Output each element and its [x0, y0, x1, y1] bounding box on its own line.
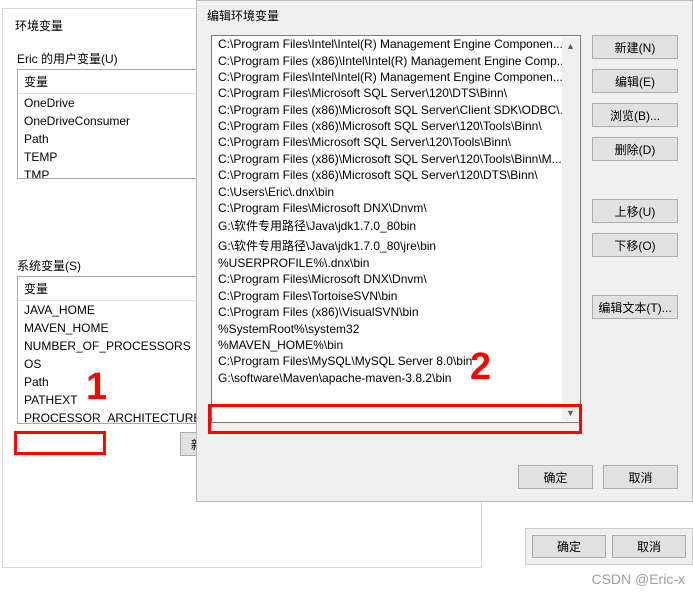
move-down-button[interactable]: 下移(O) [592, 233, 678, 257]
path-item[interactable]: C:\Program Files (x86)\Microsoft SQL Ser… [212, 118, 580, 134]
scroll-down-icon[interactable]: ▼ [562, 404, 579, 421]
new-button[interactable]: 新建(N) [592, 35, 678, 59]
path-item[interactable]: C:\Program Files\Microsoft DNX\Dnvm\ [212, 200, 580, 216]
path-item[interactable]: G:\软件专用路径\Java\jdk1.7.0_80bin [212, 216, 580, 235]
browse-button[interactable]: 浏览(B)... [592, 103, 678, 127]
path-item[interactable]: %SystemRoot%\system32 [212, 320, 580, 336]
edit-dialog-title: 编辑环境变量 [197, 1, 692, 34]
edit-text-button[interactable]: 编辑文本(T)... [592, 295, 678, 319]
path-item[interactable]: C:\Program Files\Microsoft SQL Server\12… [212, 85, 580, 101]
path-list[interactable]: C:\Program Files\Intel\Intel(R) Manageme… [211, 35, 581, 423]
partial-dialog: 确定 取消 [525, 528, 693, 565]
delete-button[interactable]: 删除(D) [592, 137, 678, 161]
path-item[interactable]: G:\软件专用路径\Java\jdk1.7.0_80\jre\bin [212, 236, 580, 255]
path-item[interactable]: G:\software\Maven\apache-maven-3.8.2\bin [212, 370, 580, 386]
path-item[interactable]: C:\Program Files\Intel\Intel(R) Manageme… [212, 69, 580, 85]
path-item[interactable]: C:\Program Files\TortoiseSVN\bin [212, 288, 580, 304]
path-item[interactable]: C:\Program Files (x86)\Microsoft SQL Ser… [212, 167, 580, 183]
path-item[interactable]: C:\Program Files\Microsoft SQL Server\12… [212, 134, 580, 150]
ok-button[interactable]: 确定 [518, 465, 593, 489]
ok-button[interactable]: 确定 [532, 535, 606, 558]
path-item[interactable]: C:\Program Files (x86)\Microsoft SQL Ser… [212, 151, 580, 167]
path-item[interactable]: %MAVEN_HOME%\bin [212, 337, 580, 353]
scrollbar[interactable]: ▲ ▼ [562, 37, 579, 421]
scroll-up-icon[interactable]: ▲ [562, 37, 579, 54]
path-item[interactable]: C:\Program Files\Microsoft DNX\Dnvm\ [212, 271, 580, 287]
watermark: CSDN @Eric-x [591, 571, 685, 587]
path-item[interactable]: C:\Program Files\MySQL\MySQL Server 8.0\… [212, 353, 580, 369]
edit-environment-variable-dialog: 编辑环境变量 C:\Program Files\Intel\Intel(R) M… [196, 0, 693, 502]
cancel-button[interactable]: 取消 [603, 465, 678, 489]
path-item[interactable]: C:\Users\Eric\.dnx\bin [212, 183, 580, 199]
path-item[interactable]: C:\Program Files (x86)\Microsoft SQL Ser… [212, 102, 580, 118]
move-up-button[interactable]: 上移(U) [592, 199, 678, 223]
path-item[interactable]: C:\Program Files\Intel\Intel(R) Manageme… [212, 36, 580, 52]
edit-dialog-buttons: 新建(N) 编辑(E) 浏览(B)... 删除(D) 上移(U) 下移(O) 编… [592, 35, 678, 319]
path-item[interactable]: C:\Program Files (x86)\VisualSVN\bin [212, 304, 580, 320]
cancel-button[interactable]: 取消 [612, 535, 686, 558]
path-item[interactable]: C:\Program Files (x86)\Intel\Intel(R) Ma… [212, 52, 580, 68]
path-item[interactable]: %USERPROFILE%\.dnx\bin [212, 255, 580, 271]
edit-button[interactable]: 编辑(E) [592, 69, 678, 93]
